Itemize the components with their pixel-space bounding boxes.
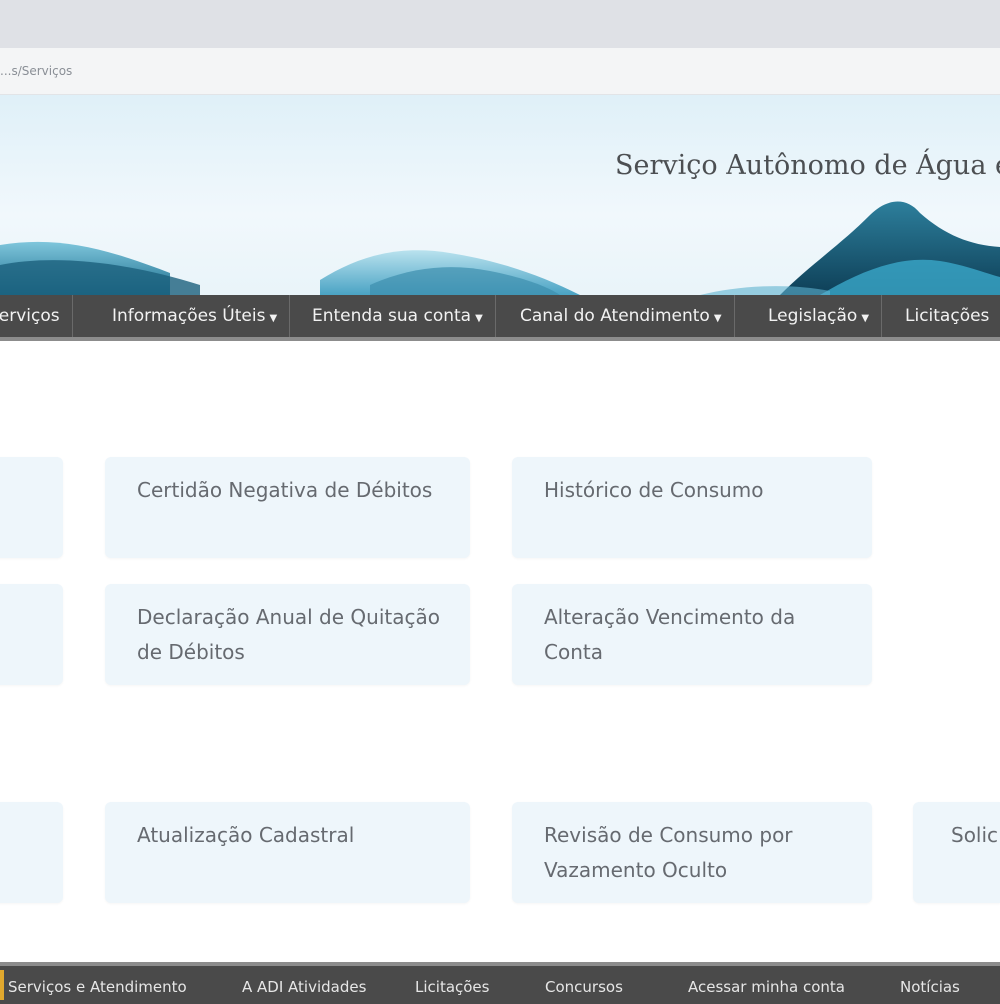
service-card-partial[interactable]: Solic [913, 802, 1000, 903]
service-card-declaracao-anual[interactable]: Declaração Anual de Quitação de Débitos [105, 584, 470, 685]
service-card-certidao-negativa[interactable]: Certidão Negativa de Débitos [105, 457, 470, 558]
caret-down-icon: ▼ [475, 313, 483, 324]
footer-link[interactable]: Notícias [900, 966, 960, 1004]
service-card-label: Alteração Vencimento da Conta [544, 605, 796, 664]
site-banner: Serviço Autônomo de Água e [0, 95, 1000, 295]
nav-item-servicos[interactable]: Serviços [0, 295, 73, 337]
service-card-label: Histórico de Consumo [544, 478, 764, 502]
nav-item-legislacao[interactable]: Legislação ▼ [768, 295, 883, 337]
service-card-label: Declaração Anual de Quitação de Débitos [137, 605, 440, 664]
service-card-label: Certidão Negativa de Débitos [137, 478, 433, 502]
nav-item-entenda-sua-conta[interactable]: Entenda sua conta ▼ [312, 295, 496, 337]
wave-illustration [0, 201, 1000, 295]
service-card-historico-consumo[interactable]: Histórico de Consumo [512, 457, 872, 558]
footer-link[interactable]: Acessar minha conta [688, 966, 845, 1004]
service-card-revisao-consumo[interactable]: Revisão de Consumo por Vazamento Oculto [512, 802, 872, 903]
footer-accent-bar [0, 970, 4, 1000]
site-title: Serviço Autônomo de Água e [615, 150, 1000, 181]
footer-link[interactable]: A ADI Atividades [242, 966, 366, 1004]
browser-tab-strip [0, 0, 1000, 48]
nav-item-label: Legislação [768, 306, 858, 326]
nav-item-label: Serviços [0, 306, 60, 326]
service-card-label: Solic [951, 823, 999, 847]
caret-down-icon: ▼ [713, 313, 722, 324]
footer-link[interactable]: Concursos [545, 966, 623, 1004]
service-card-label: Revisão de Consumo por Vazamento Oculto [544, 823, 793, 882]
nav-item-label: Canal do Atendimento [520, 306, 710, 326]
address-url[interactable]: ...s/Serviços [0, 64, 72, 78]
service-card-alteracao-vencimento[interactable]: Alteração Vencimento da Conta [512, 584, 872, 685]
nav-item-licitacoes[interactable]: Licitações [905, 295, 1000, 337]
footer-link[interactable]: Serviços e Atendimento [8, 966, 187, 1004]
nav-item-label: Informações Úteis [112, 306, 266, 326]
caret-down-icon: ▼ [269, 313, 278, 324]
footer-navigation: Serviços e Atendimento A ADI Atividades … [0, 962, 1000, 1004]
nav-item-label: Licitações [905, 306, 990, 326]
main-navigation: Serviços Informações Úteis▼ Entenda sua … [0, 295, 1000, 341]
caret-down-icon: ▼ [861, 313, 870, 324]
service-card[interactable] [0, 584, 63, 685]
nav-item-canal-do-atendimento[interactable]: Canal do Atendimento ▼ [520, 295, 735, 337]
footer-link[interactable]: Licitações [415, 966, 489, 1004]
nav-item-informacoes-uteis[interactable]: Informações Úteis ▼ [112, 295, 291, 337]
service-card[interactable] [0, 802, 63, 903]
service-card-label: Atualização Cadastral [137, 823, 355, 847]
browser-address-bar[interactable] [0, 48, 1000, 95]
service-card-atualizacao-cadastral[interactable]: Atualização Cadastral [105, 802, 470, 903]
service-card[interactable] [0, 457, 63, 558]
nav-item-label: Entenda sua conta [312, 306, 472, 326]
